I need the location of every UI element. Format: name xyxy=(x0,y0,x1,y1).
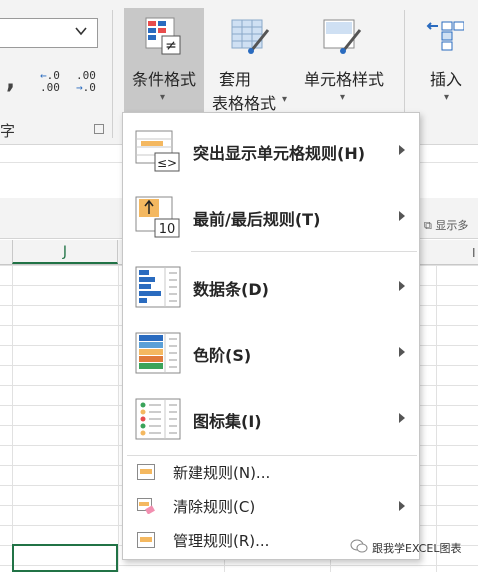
cell-styles-label: 单元格样式 xyxy=(303,70,384,89)
menu-item-top-bottom-rules[interactable]: 10 最前/最后规则(T) xyxy=(123,185,419,249)
watermark-text: 跟我学EXCEL图表 xyxy=(372,542,462,555)
dropdown-caret-icon: ▾ xyxy=(444,92,450,103)
manage-rules-icon xyxy=(137,532,155,548)
dialog-launcher-icon[interactable] xyxy=(94,124,104,134)
not-equal-glyph: ≠ xyxy=(165,38,177,54)
menu-item-icon-sets[interactable]: 图标集(I) xyxy=(123,387,419,451)
window-icon: ⧉ xyxy=(424,219,436,232)
menu-item-data-bars[interactable]: 数据条(D) xyxy=(123,255,419,319)
conditional-formatting-icon: ≠ xyxy=(145,17,181,55)
cell-styles-icon xyxy=(323,19,362,54)
ten-glyph: 10 xyxy=(159,222,176,237)
submenu-arrow-icon xyxy=(399,501,405,511)
menu-item-label: 色阶(S) xyxy=(193,346,252,365)
selected-cell[interactable] xyxy=(12,544,118,572)
cell-styles-button[interactable]: 单元格样式 ▾ xyxy=(294,8,394,112)
insert-cells-button[interactable]: 插入 ▾ xyxy=(416,8,476,112)
increase-decimal-bottom: .00 xyxy=(40,81,60,94)
menu-item-highlight-cells-rules[interactable]: ≤> 突出显示单元格规则(H) xyxy=(123,119,419,183)
conditional-formatting-button[interactable]: ≠ 条件格式 ▾ xyxy=(124,8,204,112)
submenu-arrow-icon xyxy=(399,211,405,221)
dropdown-caret-icon: ▾ xyxy=(340,92,346,103)
menu-item-label: 突出显示单元格规则(H) xyxy=(193,144,366,163)
dropdown-caret-icon: ▾ xyxy=(160,92,166,103)
menu-item-label: 清除规则(C) xyxy=(173,498,256,516)
color-scales-icon xyxy=(135,332,181,374)
menu-item-label: 数据条(D) xyxy=(193,280,269,299)
wechat-logo-icon xyxy=(350,539,368,553)
top-bottom-rules-icon: 10 xyxy=(135,196,180,238)
insert-cells-icon xyxy=(426,21,464,51)
menu-item-color-scales[interactable]: 色阶(S) xyxy=(123,321,419,385)
comma-style-button[interactable]: , xyxy=(6,66,15,94)
le-gt-glyph: ≤> xyxy=(157,156,177,170)
format-as-table-label-line1: 套用 xyxy=(218,70,251,89)
submenu-arrow-icon xyxy=(399,281,405,291)
format-as-table-button[interactable]: 套用 表格格式 ▾ xyxy=(206,8,290,113)
chevron-down-icon xyxy=(75,27,87,36)
decrease-decimal-button[interactable]: .00 →.0 xyxy=(76,70,96,94)
menu-item-label: 图标集(I) xyxy=(193,412,262,431)
submenu-arrow-icon xyxy=(399,347,405,357)
icon-sets-icon xyxy=(135,398,181,440)
menu-separator xyxy=(127,455,417,456)
highlight-cells-rules-icon: ≤> xyxy=(135,130,180,172)
conditional-formatting-label: 条件格式 xyxy=(131,70,196,89)
menu-item-label: 管理规则(R)... xyxy=(173,532,270,550)
number-group-label: 字 xyxy=(0,122,16,140)
show-more-link[interactable]: ⧉ 显示多 xyxy=(424,217,468,233)
menu-item-label: 新建规则(N)... xyxy=(173,464,271,482)
insert-label: 插入 xyxy=(429,70,462,89)
conditional-formatting-menu: ≤> 突出显示单元格规则(H) 10 最前/最后规则(T) 数据条(D) 色阶(… xyxy=(122,112,420,560)
dropdown-caret-icon: ▾ xyxy=(282,94,288,105)
menu-item-label: 最前/最后规则(T) xyxy=(193,210,321,229)
column-header-j[interactable]: J xyxy=(12,240,118,264)
group-separator xyxy=(112,10,113,138)
column-header-fragment[interactable]: I xyxy=(472,246,476,260)
menu-separator xyxy=(191,251,417,252)
decrease-decimal-bottom: .0 xyxy=(82,81,96,94)
new-rule-icon xyxy=(137,464,155,480)
clear-rules-icon xyxy=(137,498,155,514)
format-as-table-icon xyxy=(231,19,270,54)
increase-decimal-button[interactable]: ←.0 .00 xyxy=(40,70,60,94)
menu-item-clear-rules[interactable]: 清除规则(C) xyxy=(123,491,419,521)
menu-item-new-rule[interactable]: 新建规则(N)... xyxy=(123,457,419,487)
submenu-arrow-icon xyxy=(399,145,405,155)
data-bars-icon xyxy=(135,266,181,308)
submenu-arrow-icon xyxy=(399,413,405,423)
format-as-table-label-line2: 表格格式 xyxy=(211,94,276,113)
show-more-label: 显示多 xyxy=(435,219,469,232)
number-format-combobox[interactable] xyxy=(0,18,98,48)
